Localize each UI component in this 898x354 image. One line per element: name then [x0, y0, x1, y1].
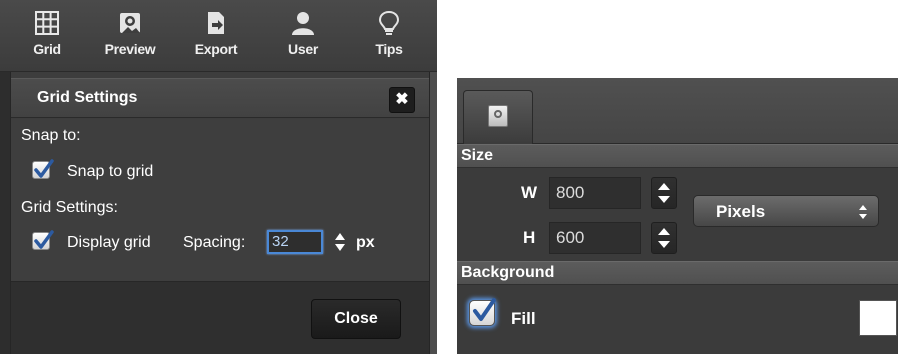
tab-settings[interactable] — [463, 90, 533, 145]
size-heading: Size — [461, 147, 494, 164]
tips-label: Tips — [375, 41, 403, 57]
height-stepper[interactable] — [651, 222, 677, 254]
preview-icon — [120, 13, 140, 33]
grid-settings-heading: Grid Settings: — [21, 199, 118, 216]
unit-select-value: Pixels — [716, 202, 766, 221]
size-section-header: Size — [457, 144, 898, 168]
properties-tabbar — [457, 78, 898, 145]
export-button[interactable]: Export — [181, 6, 251, 68]
snap-to-grid-checkbox[interactable] — [32, 159, 54, 179]
grid-settings-panel: Grid Preview Export User Tips Grid Setti… — [0, 0, 437, 354]
dialog-title: Grid Settings — [37, 89, 138, 106]
width-stepper[interactable] — [651, 177, 677, 209]
height-label: H — [523, 228, 536, 247]
spacing-input[interactable]: 32 — [267, 230, 323, 254]
fill-label: Fill — [511, 309, 536, 328]
grid-icon — [35, 11, 59, 35]
checkmark-icon — [34, 230, 54, 249]
canvas-properties-panel: Size W 800 H 600 Pixels Background Fill — [457, 78, 898, 354]
dialog-body: Snap to: Snap to grid Grid Settings: Dis… — [11, 119, 429, 281]
user-button[interactable]: User — [268, 6, 338, 68]
width-input[interactable]: 800 — [549, 177, 641, 209]
export-icon — [208, 12, 224, 34]
user-icon — [292, 12, 314, 35]
main-toolbar: Grid Preview Export User Tips — [0, 0, 437, 72]
width-label: W — [521, 183, 538, 202]
close-button[interactable]: Close — [311, 299, 401, 339]
checkmark-icon — [34, 159, 54, 178]
display-grid-checkbox[interactable] — [32, 230, 54, 250]
dialog-header: Grid Settings ✖ — [11, 78, 429, 118]
spacing-label: Spacing: — [183, 234, 246, 251]
user-label: User — [288, 41, 318, 57]
preview-label: Preview — [104, 41, 156, 57]
spacing-stepper-icon[interactable] — [333, 230, 347, 254]
preview-button[interactable]: Preview — [95, 6, 165, 68]
settings-icon — [488, 105, 508, 127]
stepper-icon — [658, 183, 670, 203]
grid-button[interactable]: Grid — [12, 6, 82, 68]
unit-select[interactable]: Pixels — [693, 195, 879, 227]
stepper-icon — [658, 228, 670, 248]
export-label: Export — [194, 41, 238, 57]
height-input[interactable]: 600 — [549, 222, 641, 254]
fill-color-swatch[interactable] — [859, 300, 897, 336]
tips-button[interactable]: Tips — [354, 6, 424, 68]
snap-to-grid-label: Snap to grid — [67, 163, 154, 180]
checkmark-icon — [473, 298, 496, 321]
background-heading: Background — [461, 264, 555, 281]
select-arrows-icon — [859, 205, 867, 219]
close-icon[interactable]: ✖ — [389, 87, 415, 113]
spacing-unit: px — [356, 234, 375, 251]
fill-checkbox[interactable] — [469, 298, 496, 326]
background-section-header: Background — [457, 261, 898, 285]
snap-heading: Snap to: — [21, 127, 81, 144]
grid-settings-dialog: Grid Settings ✖ Snap to: Snap to grid Gr… — [10, 72, 430, 354]
dialog-footer: Close — [11, 281, 429, 354]
lightbulb-icon — [378, 10, 400, 35]
display-grid-label: Display grid — [67, 234, 151, 251]
grid-label: Grid — [33, 41, 61, 57]
